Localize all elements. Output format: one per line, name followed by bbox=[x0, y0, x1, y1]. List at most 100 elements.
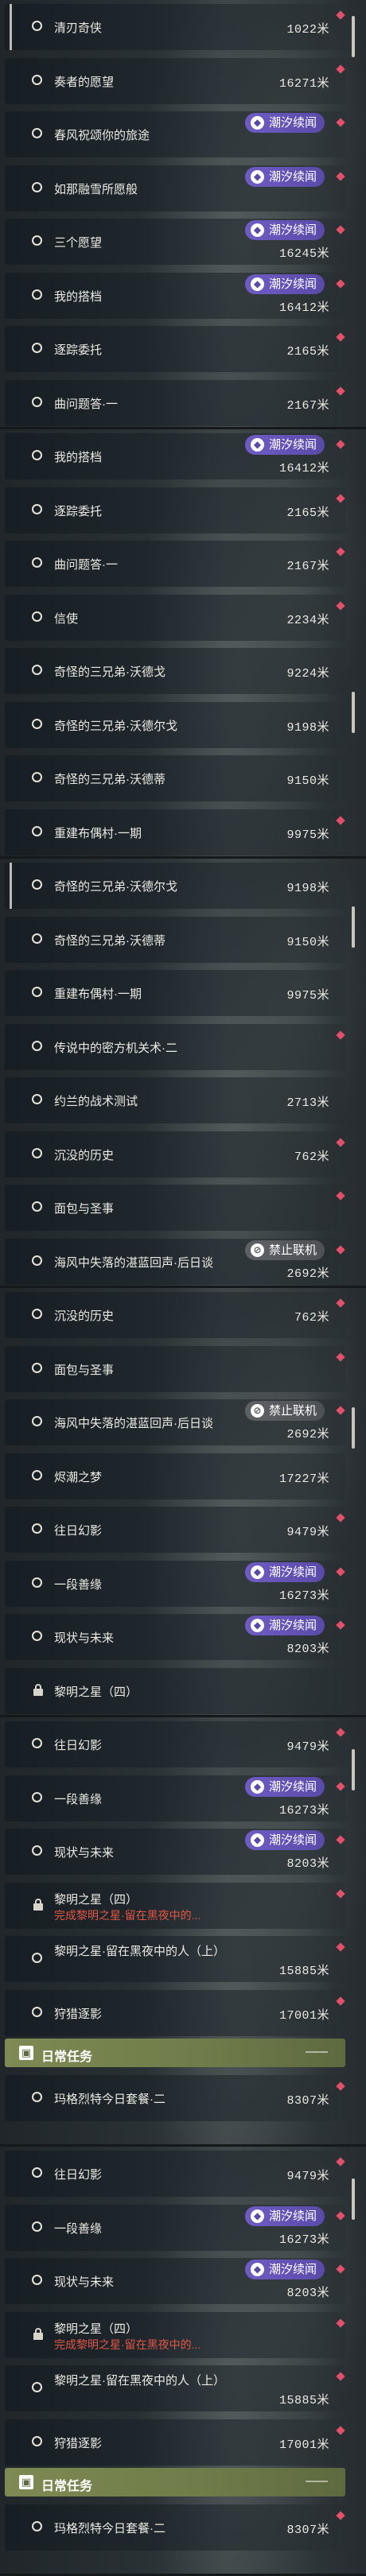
quest-name: 狩猎逐影 bbox=[54, 2007, 103, 2021]
tracking-marker-icon bbox=[336, 1566, 345, 1577]
quest-name: 现状与未来 bbox=[54, 1846, 115, 1860]
tracking-marker-icon bbox=[336, 278, 345, 289]
quest-distance: 8203米 bbox=[286, 2287, 329, 2300]
badge-label: 禁止联机 bbox=[268, 1243, 317, 1257]
quest-distance: 2167米 bbox=[286, 560, 329, 573]
quest-row[interactable]: 奇怪的三兄弟·沃德蒂 9150米 bbox=[5, 755, 345, 801]
quest-row[interactable]: 如那融雪所愿般 ◆ 潮汐续闻 bbox=[5, 165, 345, 211]
quest-row[interactable]: 春风祝颂你的旅途 ◆ 潮汐续闻 bbox=[5, 111, 345, 157]
quest-row[interactable]: 一段善缘 16273米 ◆ 潮汐续闻 bbox=[5, 2204, 345, 2251]
quest-row[interactable]: 一段善缘 16273米 ◆ 潮汐续闻 bbox=[5, 1560, 345, 1607]
quest-row[interactable]: 奇怪的三兄弟·沃德戈 9224米 bbox=[5, 648, 345, 694]
scrollbar-thumb[interactable] bbox=[352, 692, 355, 733]
quest-row[interactable]: 黎明之星·留在黑夜中的人（上） 15885米 bbox=[5, 2365, 345, 2411]
quest-row[interactable]: 重建布偶村·一期 9975米 bbox=[5, 970, 345, 1016]
quest-distance: 2165米 bbox=[286, 345, 329, 359]
quest-row[interactable]: 三个愿望 16245米 ◆ 潮汐续闻 bbox=[5, 219, 345, 265]
scrollbar-thumb[interactable] bbox=[352, 16, 355, 57]
daily-quests-header[interactable]: ▣ 日常任务 bbox=[5, 2039, 345, 2067]
tracking-marker-icon bbox=[336, 547, 345, 557]
quest-name: 重建布偶村·一期 bbox=[54, 826, 142, 840]
quest-row[interactable]: 逐踪委托 2165米 bbox=[5, 326, 345, 372]
quest-row[interactable]: 奇怪的三兄弟·沃德蒂 9150米 bbox=[5, 916, 345, 963]
quest-row[interactable]: 往日幻影 9479米 bbox=[5, 2151, 345, 2197]
selected-indicator bbox=[10, 863, 12, 909]
quest-name: 我的搭档 bbox=[54, 451, 103, 464]
quest-row[interactable]: 重建布偶村·一期 9975米 bbox=[5, 809, 345, 855]
quest-name: 逐踪委托 bbox=[54, 504, 103, 518]
quest-row[interactable]: 海风中失落的湛蓝回声·后日谈 2692米 ⊘ 禁止联机 bbox=[5, 1238, 345, 1285]
quest-row[interactable]: 曲问题答·一 2167米 bbox=[5, 379, 345, 426]
quest-row[interactable]: 信使 2234米 bbox=[5, 594, 345, 641]
quest-name: 如那融雪所愿般 bbox=[54, 182, 138, 196]
quest-row[interactable]: 狩猎逐影 17001米 bbox=[5, 2419, 345, 2465]
tide-tale-badge: ◆ 潮汐续闻 bbox=[244, 1830, 325, 1850]
tide-icon: ◆ bbox=[250, 116, 264, 130]
quest-row[interactable]: 狩猎逐影 17001米 bbox=[5, 1989, 345, 2036]
quest-distance: 15885米 bbox=[278, 1965, 329, 1978]
quest-row[interactable]: 奇怪的三兄弟·沃德尔戈 9198米 bbox=[5, 701, 345, 748]
quest-name: 我的搭档 bbox=[54, 289, 103, 304]
quest-row[interactable]: 约兰的战术测试 2713米 bbox=[5, 1077, 345, 1123]
tide-icon: ◆ bbox=[250, 2209, 264, 2223]
quest-row[interactable]: 面包与圣事 bbox=[5, 1185, 345, 1231]
quest-distance: 9479米 bbox=[286, 1526, 329, 1539]
quest-status-circle-icon bbox=[32, 21, 42, 31]
quest-row[interactable]: 一段善缘 16273米 ◆ 潮汐续闻 bbox=[5, 1775, 345, 1821]
quest-row[interactable]: 清刃奇侠 1022米 bbox=[5, 4, 345, 50]
quest-status-circle-icon bbox=[32, 1040, 42, 1051]
offline-only-badge: ⊘ 禁止联机 bbox=[244, 1240, 325, 1260]
tracking-marker-icon bbox=[336, 1137, 345, 1147]
quest-status-circle-icon bbox=[32, 825, 42, 836]
badge-label: 潮汐续闻 bbox=[268, 438, 317, 452]
quest-name: 约兰的战术测试 bbox=[54, 1095, 138, 1108]
quest-row[interactable]: 海风中失落的湛蓝回声·后日谈 2692米 ⊘ 禁止联机 bbox=[5, 1399, 345, 1445]
quest-distance: 8203米 bbox=[286, 1857, 329, 1871]
quest-row[interactable]: 沉没的历史 762米 bbox=[5, 1292, 345, 1338]
quest-status-circle-icon bbox=[32, 1309, 42, 1319]
quest-row[interactable]: 奇怪的三兄弟·沃德尔戈 9198米 bbox=[5, 863, 345, 909]
quest-row[interactable]: 奏者的愿望 16271米 bbox=[5, 57, 345, 104]
quest-row[interactable]: 黎明之星（四） 完成黎明之星·留在黑夜中的... bbox=[5, 1882, 345, 1929]
quest-row[interactable]: 逐踪委托 2165米 bbox=[5, 487, 345, 533]
tide-tale-badge: ◆ 潮汐续闻 bbox=[244, 274, 325, 294]
quest-name: 一段善缘 bbox=[54, 1792, 103, 1806]
tracking-marker-icon bbox=[336, 1513, 345, 1523]
scrollbar-thumb[interactable] bbox=[352, 1749, 355, 1790]
quest-row[interactable]: 黎明之星·留在黑夜中的人（上） 15885米 bbox=[5, 1936, 345, 1982]
quest-status-circle-icon bbox=[32, 1094, 42, 1104]
quest-row[interactable]: 黎明之星（四） bbox=[5, 1667, 345, 1714]
quest-status-circle-icon bbox=[32, 503, 42, 514]
no-coop-icon: ⊘ bbox=[250, 1243, 264, 1257]
quest-status-circle-icon bbox=[32, 1953, 42, 1963]
scrollbar-thumb[interactable] bbox=[352, 2178, 355, 2220]
scrollbar-thumb[interactable] bbox=[352, 906, 355, 948]
quest-status-circle-icon bbox=[32, 1791, 42, 1802]
quest-row[interactable]: 曲问题答·一 2167米 bbox=[5, 541, 345, 587]
quest-row[interactable]: 玛格烈特今日套餐·二 8307米 bbox=[5, 2504, 345, 2551]
quest-distance: 9975米 bbox=[286, 989, 329, 1003]
quest-row[interactable]: 黎明之星（四） 完成黎明之星·留在黑夜中的... bbox=[5, 2311, 345, 2358]
quest-row[interactable]: 往日幻影 9479米 bbox=[5, 1507, 345, 1553]
quest-row[interactable]: 我的搭档 16412米 ◆ 潮汐续闻 bbox=[5, 433, 345, 479]
quest-row[interactable]: 现状与未来 8203米 ◆ 潮汐续闻 bbox=[5, 1829, 345, 1875]
quest-status-circle-icon bbox=[32, 1738, 42, 1748]
quest-row[interactable]: 往日幻影 9479米 bbox=[5, 1721, 345, 1767]
quest-row[interactable]: 烬潮之梦 17227米 bbox=[5, 1453, 345, 1499]
quest-row[interactable]: 沉没的历史 762米 bbox=[5, 1131, 345, 1177]
quest-name: 黎明之星（四） bbox=[54, 1685, 138, 1699]
quest-status-circle-icon bbox=[32, 1523, 42, 1534]
daily-quests-header[interactable]: ▣ 日常任务 bbox=[5, 2468, 345, 2496]
quest-row[interactable]: 现状与未来 8203米 ◆ 潮汐续闻 bbox=[5, 1614, 345, 1660]
quest-status-circle-icon bbox=[32, 665, 42, 675]
tide-icon: ◆ bbox=[250, 438, 264, 452]
quest-row[interactable]: 传说中的密方机关术·二 bbox=[5, 1023, 345, 1070]
quest-row[interactable]: 玛格烈特今日套餐·二 8307米 bbox=[5, 2075, 345, 2121]
quest-name: 奏者的愿望 bbox=[54, 75, 115, 89]
quest-row[interactable]: 现状与未来 8203米 ◆ 潮汐续闻 bbox=[5, 2258, 345, 2304]
quest-row[interactable]: 面包与圣事 bbox=[5, 1345, 345, 1392]
badge-label: 潮汐续闻 bbox=[268, 223, 317, 237]
lock-icon bbox=[33, 1683, 43, 1697]
quest-row[interactable]: 我的搭档 16412米 ◆ 潮汐续闻 bbox=[5, 272, 345, 319]
scrollbar-thumb[interactable] bbox=[352, 1407, 355, 1449]
